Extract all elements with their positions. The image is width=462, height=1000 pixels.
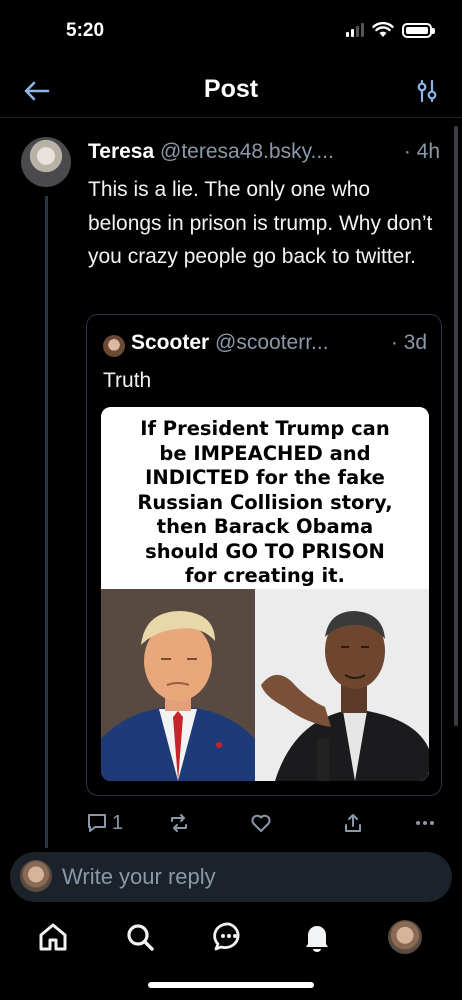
more-dots-icon <box>416 821 434 825</box>
quoted-author-avatar <box>103 335 125 357</box>
reply-input[interactable]: Write your reply <box>10 852 452 902</box>
share-button[interactable] <box>342 808 364 838</box>
image-caption: If President Trump can be IMPEACHED and … <box>101 407 429 589</box>
quoted-post[interactable]: Scooter @scooterr... · 3d Truth If Presi… <box>86 314 442 796</box>
page-title: Post <box>203 75 259 103</box>
quoted-author-name: Scooter <box>131 331 210 354</box>
tab-profile-avatar[interactable] <box>388 920 422 954</box>
current-user-avatar <box>20 860 52 892</box>
home-icon <box>39 923 67 951</box>
caption-line: be IMPEACHED and <box>159 441 371 465</box>
reply-placeholder: Write your reply <box>62 864 216 889</box>
signal-icon <box>346 23 364 37</box>
quoted-text: Truth <box>103 369 152 392</box>
caption-line: should GO TO PRISON <box>145 539 385 563</box>
post-author[interactable]: Teresa @teresa48.bsky.... <box>88 140 334 164</box>
tab-home[interactable] <box>36 920 70 954</box>
thread-line <box>45 196 48 848</box>
reply-count: 1 <box>112 811 124 834</box>
post-header: Post <box>0 64 462 118</box>
chat-icon <box>213 922 240 951</box>
share-icon <box>345 814 361 832</box>
caption-line: INDICTED for the fake <box>145 466 385 489</box>
scrollbar[interactable] <box>454 126 458 726</box>
battery-icon <box>402 22 435 38</box>
post-text: This is a lie. The only one who belongs … <box>88 178 433 268</box>
status-time: 5:20 <box>66 20 105 41</box>
tab-chat[interactable] <box>212 920 246 954</box>
caption-line: Russian Collision story, <box>137 490 393 514</box>
repost-button[interactable] <box>168 808 190 838</box>
repost-icon <box>171 814 187 832</box>
author-name[interactable]: Teresa <box>88 140 154 163</box>
bottom-tab-bar <box>0 912 462 972</box>
quoted-image[interactable]: If President Trump can be IMPEACHED and … <box>101 407 429 781</box>
caption-line: If President Trump can <box>140 417 390 440</box>
left-portrait-photo <box>101 589 255 781</box>
home-indicator <box>148 982 314 988</box>
post-actions: 1 <box>86 808 446 840</box>
search-icon <box>127 924 154 951</box>
sliders-icon[interactable] <box>414 78 440 104</box>
bell-icon <box>306 926 328 952</box>
reply-button[interactable]: 1 <box>86 808 123 838</box>
comment-icon <box>88 814 106 832</box>
more-button[interactable] <box>414 808 436 838</box>
tab-notifications[interactable] <box>300 920 334 954</box>
quoted-author-handle: @scooterr... <box>215 331 329 354</box>
right-portrait-photo <box>255 589 429 781</box>
tab-search[interactable] <box>123 920 157 954</box>
heart-icon <box>251 814 271 832</box>
status-bar: 5:20 <box>0 0 462 64</box>
post-timestamp: · 4h <box>403 140 440 163</box>
wifi-icon <box>372 22 394 37</box>
author-handle[interactable]: @teresa48.bsky.... <box>160 140 334 163</box>
like-button[interactable] <box>250 808 272 838</box>
caption-line: for creating it. <box>185 564 345 587</box>
status-icons <box>346 22 435 38</box>
quoted-timestamp: · 3d <box>390 331 427 354</box>
avatar[interactable] <box>21 137 71 187</box>
caption-line: then Barack Obama <box>156 515 374 538</box>
quoted-author: Scooter @scooterr... <box>131 331 329 355</box>
